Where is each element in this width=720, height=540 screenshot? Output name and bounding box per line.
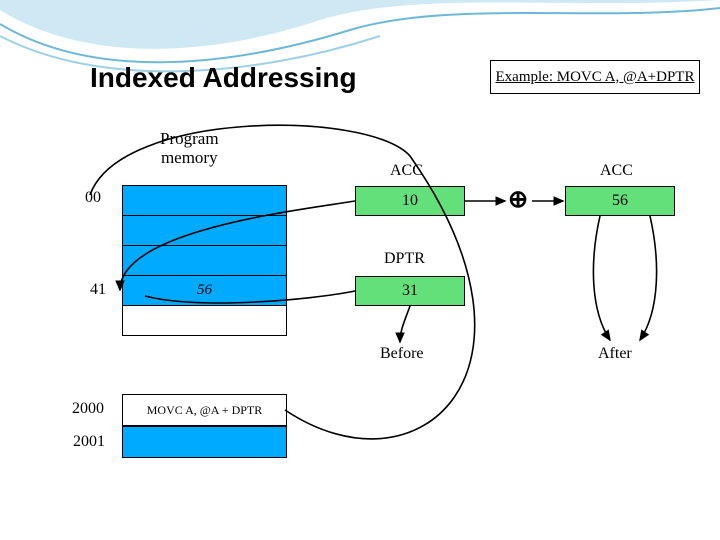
program-memory-label: Program memory [160,130,219,167]
mem-row-41: 56 [123,276,287,306]
addition-icon: ⊕ [508,185,528,214]
label-after: After [598,345,632,363]
program-memory-table: 56 [122,185,287,336]
mem-row [123,246,287,276]
example-box: Example: MOVC A, @A+DPTR [490,60,700,94]
mem-row-2000-instruction: MOVC A, @A + DPTR [122,394,287,426]
label-acc-before: ACC [390,162,423,180]
label-dptr: DPTR [384,250,425,268]
label-before: Before [380,345,424,363]
instruction-text: MOVC A, @A + DPTR [147,403,263,418]
acc-register-before: 10 [355,186,465,216]
mem-row-gap [123,306,287,336]
addr-2000: 2000 [72,400,104,418]
addr-00: 00 [85,189,101,207]
page-title: Indexed Addressing [90,62,357,94]
dptr-register-before: 31 [355,276,465,306]
acc-register-after: 56 [565,186,675,216]
label-acc-after: ACC [600,162,633,180]
pm-label-1: Program [160,129,219,148]
mem-row-2001 [122,426,287,458]
mem-row-00 [123,186,287,216]
addr-41: 41 [90,281,106,299]
mem-row [123,216,287,246]
example-text: Example: MOVC A, @A+DPTR [496,69,695,86]
pm-label-2: memory [161,148,218,167]
addr-2001: 2001 [73,433,105,451]
